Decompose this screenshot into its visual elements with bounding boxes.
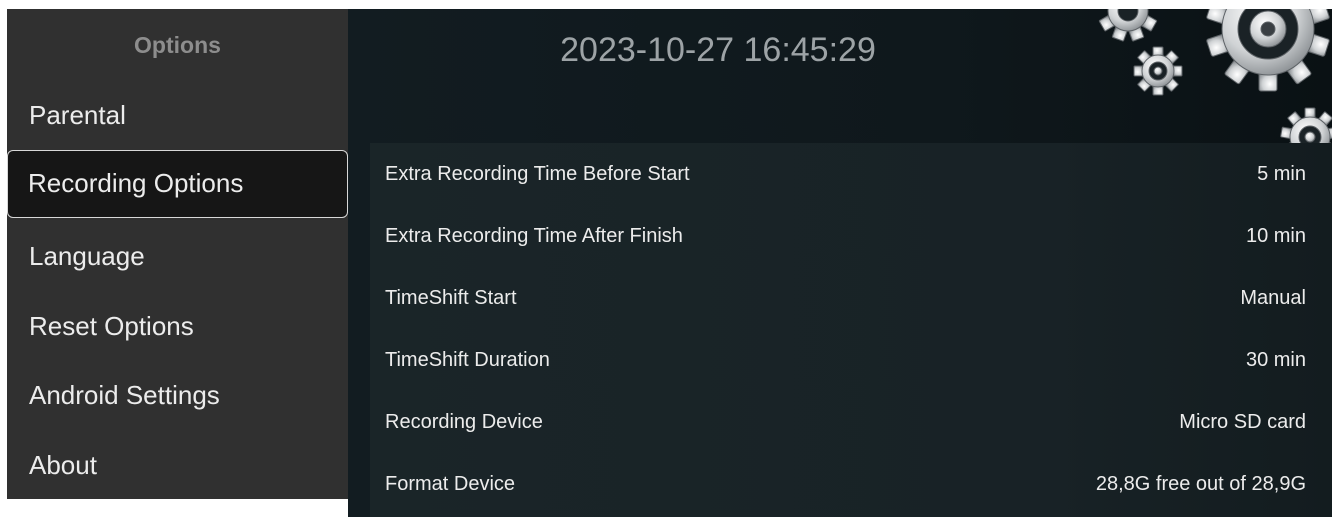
setting-value: 10 min bbox=[1245, 225, 1306, 247]
setting-label: Recording Device bbox=[385, 411, 543, 433]
setting-value: 28,8G free out of 28,9G bbox=[1095, 473, 1306, 495]
setting-extra-time-after-finish[interactable]: Extra Recording Time After Finish 10 min bbox=[370, 205, 1332, 267]
tv-options-screen: Options Parental Recording Options Langu… bbox=[0, 0, 1332, 517]
menu-item-about[interactable]: About bbox=[7, 431, 348, 499]
menu-item-recording-options[interactable]: Recording Options bbox=[7, 150, 348, 218]
setting-label: Extra Recording Time Before Start bbox=[385, 163, 690, 185]
menu-item-label: Parental bbox=[29, 100, 126, 130]
setting-label: Extra Recording Time After Finish bbox=[385, 225, 683, 247]
setting-value: Manual bbox=[1240, 287, 1306, 309]
setting-label: Format Device bbox=[385, 473, 516, 495]
setting-value: Micro SD card bbox=[1179, 411, 1306, 433]
setting-label: TimeShift Duration bbox=[385, 349, 550, 371]
clock-datetime: 2023-10-27 16:45:29 bbox=[560, 31, 876, 69]
setting-timeshift-start[interactable]: TimeShift Start Manual bbox=[370, 267, 1332, 329]
recording-options-panel: 2023-10-27 16:45:29 Extra Recording Time… bbox=[348, 9, 1332, 517]
setting-recording-device[interactable]: Recording Device Micro SD card bbox=[370, 391, 1332, 453]
menu-item-language[interactable]: Language bbox=[7, 222, 348, 290]
setting-value: 5 min bbox=[1257, 163, 1306, 185]
menu-item-reset-options[interactable]: Reset Options bbox=[7, 292, 348, 360]
menu-item-label: Reset Options bbox=[29, 311, 194, 341]
menu-item-label: Android Settings bbox=[29, 380, 220, 410]
menu-item-label: About bbox=[29, 450, 97, 480]
menu-item-parental[interactable]: Parental bbox=[7, 81, 348, 149]
setting-value: 30 min bbox=[1245, 349, 1306, 371]
options-sidebar: Options Parental Recording Options Langu… bbox=[7, 9, 348, 499]
setting-format-device[interactable]: Format Device 28,8G free out of 28,9G bbox=[370, 453, 1332, 515]
setting-label: TimeShift Start bbox=[385, 287, 517, 309]
setting-extra-time-before-start[interactable]: Extra Recording Time Before Start 5 min bbox=[370, 143, 1332, 205]
menu-item-label: Language bbox=[29, 241, 145, 271]
menu-item-label: Recording Options bbox=[28, 168, 244, 198]
menu-item-android-settings[interactable]: Android Settings bbox=[7, 361, 348, 429]
sidebar-title: Options bbox=[134, 32, 221, 58]
settings-list: Extra Recording Time Before Start 5 min … bbox=[370, 143, 1332, 517]
setting-timeshift-duration[interactable]: TimeShift Duration 30 min bbox=[370, 329, 1332, 391]
